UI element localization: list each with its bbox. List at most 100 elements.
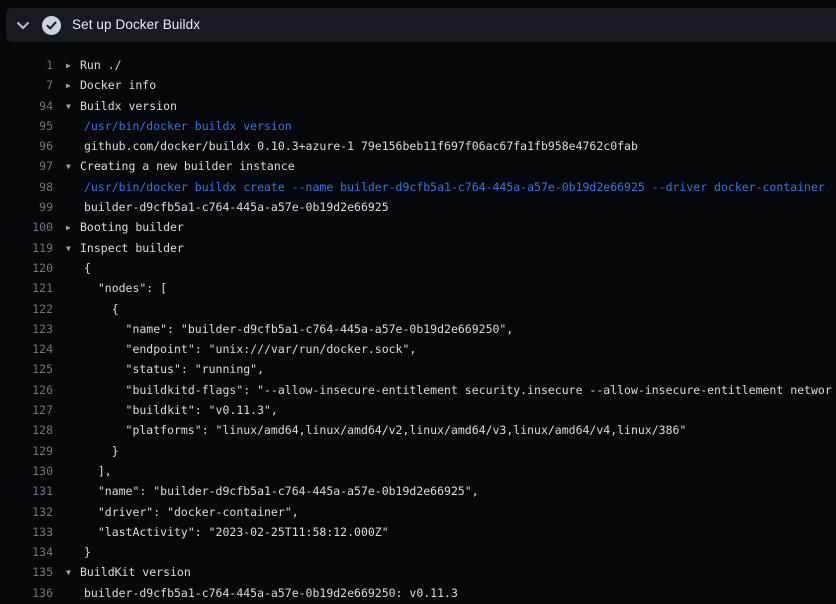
output-text: github.com/docker/buildx 0.10.3+azure-1 … bbox=[84, 139, 638, 153]
log-line: 122 { bbox=[0, 299, 836, 319]
log-line: 133 "lastActivity": "2023-02-25T11:58:12… bbox=[0, 522, 836, 542]
line-number-link[interactable]: 122 bbox=[0, 299, 53, 319]
line-content: ▶Docker info bbox=[66, 75, 836, 95]
step-title: Set up Docker Buildx bbox=[72, 18, 200, 32]
line-content: builder-d9cfb5a1-c764-445a-a57e-0b19d2e6… bbox=[66, 197, 836, 217]
log-line[interactable]: 97 ▼Creating a new builder instance bbox=[0, 156, 836, 176]
output-text: { bbox=[84, 261, 91, 275]
line-number-link[interactable]: 136 bbox=[0, 583, 53, 603]
log-line: 131 "name": "builder-d9cfb5a1-c764-445a-… bbox=[0, 481, 836, 501]
output-text: "endpoint": "unix:///var/run/docker.sock… bbox=[84, 342, 416, 356]
line-number-link[interactable]: 123 bbox=[0, 319, 53, 339]
triangle-down-icon[interactable]: ▼ bbox=[66, 97, 80, 116]
triangle-down-icon[interactable]: ▼ bbox=[66, 239, 80, 258]
line-number-link[interactable]: 1 bbox=[0, 55, 53, 75]
line-number-link[interactable]: 121 bbox=[0, 278, 53, 298]
line-number-link[interactable]: 127 bbox=[0, 400, 53, 420]
line-content: "name": "builder-d9cfb5a1-c764-445a-a57e… bbox=[66, 319, 836, 339]
log-line: 127 "buildkit": "v0.11.3", bbox=[0, 400, 836, 420]
log-line: 128 "platforms": "linux/amd64,linux/amd6… bbox=[0, 420, 836, 440]
line-number-link[interactable]: 132 bbox=[0, 502, 53, 522]
output-text: "lastActivity": "2023-02-25T11:58:12.000… bbox=[84, 525, 389, 539]
group-title: Buildx version bbox=[80, 99, 177, 113]
output-text: } bbox=[84, 545, 91, 559]
line-content: "buildkitd-flags": "--allow-insecure-ent… bbox=[66, 380, 836, 400]
output-text: "name": "builder-d9cfb5a1-c764-445a-a57e… bbox=[84, 484, 479, 498]
line-number-link[interactable]: 7 bbox=[0, 75, 53, 95]
group-title: Booting builder bbox=[80, 220, 184, 234]
log-line: 99 builder-d9cfb5a1-c764-445a-a57e-0b19d2… bbox=[0, 197, 836, 217]
log-lines: 1▶Run ./7▶Docker info94▼Buildx version95… bbox=[0, 55, 836, 603]
line-number-link[interactable]: 134 bbox=[0, 542, 53, 562]
line-content: } bbox=[66, 542, 836, 562]
line-content: { bbox=[66, 299, 836, 319]
log-line[interactable]: 94 ▼Buildx version bbox=[0, 96, 836, 116]
group-title: BuildKit version bbox=[80, 565, 191, 579]
line-number-link[interactable]: 125 bbox=[0, 359, 53, 379]
output-text: } bbox=[84, 444, 119, 458]
output-text: "buildkit": "v0.11.3", bbox=[84, 403, 278, 417]
line-number-link[interactable]: 120 bbox=[0, 258, 53, 278]
output-text: "platforms": "linux/amd64,linux/amd64/v2… bbox=[84, 423, 686, 437]
line-number-link[interactable]: 135 bbox=[0, 562, 53, 582]
line-content: "lastActivity": "2023-02-25T11:58:12.000… bbox=[66, 522, 836, 542]
line-number-link[interactable]: 126 bbox=[0, 380, 53, 400]
log-line[interactable]: 7 ▶Docker info bbox=[0, 75, 836, 95]
line-number-link[interactable]: 98 bbox=[0, 177, 53, 197]
line-content: builder-d9cfb5a1-c764-445a-a57e-0b19d2e6… bbox=[66, 583, 836, 603]
line-number-link[interactable]: 97 bbox=[0, 156, 53, 176]
log-line[interactable]: 100 ▶Booting builder bbox=[0, 217, 836, 237]
log-line: 96 github.com/docker/buildx 0.10.3+azure-… bbox=[0, 136, 836, 156]
log-line: 130 ], bbox=[0, 461, 836, 481]
line-number-link[interactable]: 131 bbox=[0, 481, 53, 501]
log-line[interactable]: 119 ▼Inspect builder bbox=[0, 238, 836, 258]
line-content: "status": "running", bbox=[66, 359, 836, 379]
line-content: ▶Booting builder bbox=[66, 217, 836, 237]
output-text: "status": "running", bbox=[84, 362, 264, 376]
line-content: ▼BuildKit version bbox=[66, 562, 836, 582]
line-content: ▶Run ./ bbox=[66, 55, 836, 75]
line-number-link[interactable]: 100 bbox=[0, 217, 53, 237]
line-number-link[interactable]: 96 bbox=[0, 136, 53, 156]
line-number-link[interactable]: 129 bbox=[0, 441, 53, 461]
line-content: "platforms": "linux/amd64,linux/amd64/v2… bbox=[66, 420, 836, 440]
check-circle-icon bbox=[42, 16, 61, 35]
log-line[interactable]: 135 ▼BuildKit version bbox=[0, 562, 836, 582]
line-number-link[interactable]: 130 bbox=[0, 461, 53, 481]
log-line[interactable]: 1 ▶Run ./ bbox=[0, 55, 836, 75]
step-header[interactable]: Set up Docker Buildx bbox=[6, 8, 836, 42]
line-number-link[interactable]: 99 bbox=[0, 197, 53, 217]
triangle-right-icon[interactable]: ▶ bbox=[66, 76, 80, 95]
log-line: 98/usr/bin/docker buildx create --name b… bbox=[0, 177, 836, 197]
output-text: "driver": "docker-container", bbox=[84, 505, 299, 519]
triangle-right-icon[interactable]: ▶ bbox=[66, 56, 80, 75]
line-content: "name": "builder-d9cfb5a1-c764-445a-a57e… bbox=[66, 481, 836, 501]
line-number-link[interactable]: 124 bbox=[0, 339, 53, 359]
triangle-right-icon[interactable]: ▶ bbox=[66, 218, 80, 237]
line-content: "endpoint": "unix:///var/run/docker.sock… bbox=[66, 339, 836, 359]
output-text: "nodes": [ bbox=[84, 281, 167, 295]
output-text: { bbox=[84, 302, 119, 316]
log-line: 126 "buildkitd-flags": "--allow-insecure… bbox=[0, 380, 836, 400]
chevron-down-icon[interactable] bbox=[16, 21, 30, 30]
log-line: 123 "name": "builder-d9cfb5a1-c764-445a-… bbox=[0, 319, 836, 339]
group-title: Run ./ bbox=[80, 58, 122, 72]
line-content: "buildkit": "v0.11.3", bbox=[66, 400, 836, 420]
output-text: "buildkitd-flags": "--allow-insecure-ent… bbox=[84, 383, 832, 397]
log-line: 120 { bbox=[0, 258, 836, 278]
line-number-link[interactable]: 94 bbox=[0, 96, 53, 116]
triangle-down-icon[interactable]: ▼ bbox=[66, 563, 80, 582]
line-number-link[interactable]: 119 bbox=[0, 238, 53, 258]
group-title: Creating a new builder instance bbox=[80, 159, 295, 173]
line-number-link[interactable]: 128 bbox=[0, 420, 53, 440]
line-content: /usr/bin/docker buildx create --name bui… bbox=[66, 177, 836, 197]
line-content: ▼Buildx version bbox=[66, 96, 836, 116]
line-number-link[interactable]: 95 bbox=[0, 116, 53, 136]
log-line: 95/usr/bin/docker buildx version bbox=[0, 116, 836, 136]
line-number-link[interactable]: 133 bbox=[0, 522, 53, 542]
group-title: Inspect builder bbox=[80, 241, 184, 255]
command-text: /usr/bin/docker buildx version bbox=[84, 119, 292, 133]
log-panel: 1▶Run ./7▶Docker info94▼Buildx version95… bbox=[0, 42, 836, 604]
triangle-down-icon[interactable]: ▼ bbox=[66, 157, 80, 176]
log-line: 129 } bbox=[0, 441, 836, 461]
